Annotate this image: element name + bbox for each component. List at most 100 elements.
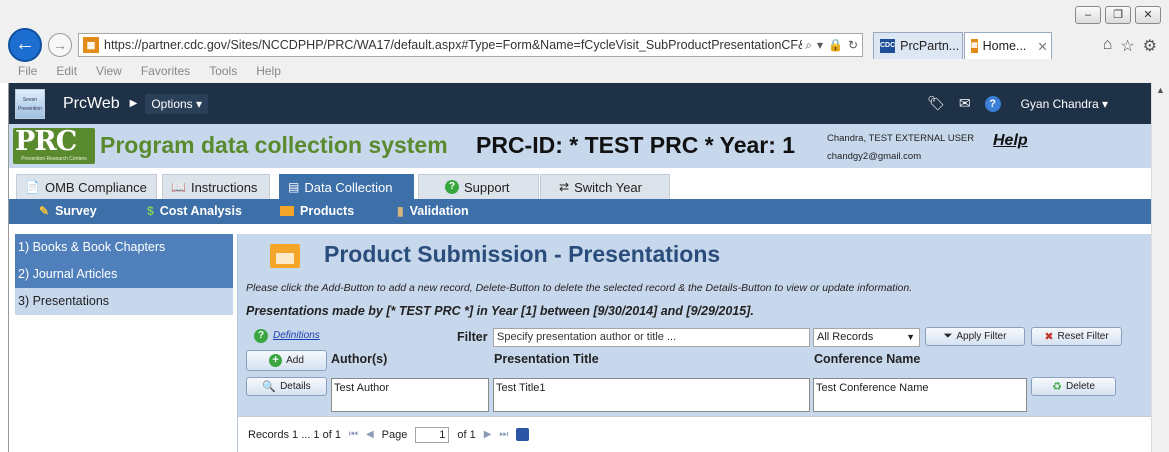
question-icon: ? <box>254 329 268 343</box>
page-total: of 1 <box>457 428 476 441</box>
button-label: Apply Filter <box>956 331 1007 342</box>
folder-icon <box>270 244 300 268</box>
details-button[interactable]: 🔍 Details <box>246 377 327 396</box>
column-header-conference[interactable]: Conference Name <box>814 352 920 366</box>
window-controls: – ❐ ✕ <box>1075 6 1161 24</box>
table-icon: ▤ <box>288 180 300 194</box>
delete-button[interactable]: ♻ Delete <box>1031 377 1116 396</box>
tab-switch-year[interactable]: ⇄ Switch Year <box>540 174 670 199</box>
messages-icon[interactable]: ✉ <box>959 95 971 112</box>
browser-tab-home[interactable]: ▦ Home... ✕ <box>964 32 1052 59</box>
address-bar[interactable]: ▦ https://partner.cdc.gov/Sites/NCCDPHP/… <box>78 33 863 57</box>
first-page-icon[interactable]: ⏮ <box>349 429 358 440</box>
forward-button[interactable]: → <box>48 33 72 57</box>
records-select-value: All Records <box>817 331 874 343</box>
app-topbar: Seven Prevention PrcWeb ▶ Options ▾ 🏷 ✉ … <box>9 83 1151 124</box>
tag-icon[interactable]: 🏷 <box>927 95 945 112</box>
app-brand[interactable]: PrcWeb <box>63 95 120 113</box>
cdc-icon: CDC <box>880 39 896 53</box>
prc-id: PRC-ID: * TEST PRC * Year: 1 <box>476 132 796 158</box>
menu-file[interactable]: File <box>18 64 37 78</box>
survey-icon: ✎ <box>39 204 50 218</box>
menu-view[interactable]: View <box>96 64 122 78</box>
menu-edit[interactable]: Edit <box>56 64 77 78</box>
dropdown-icon[interactable]: ▾ <box>817 38 823 53</box>
back-button[interactable]: ← <box>8 28 42 62</box>
menu-tools[interactable]: Tools <box>209 64 237 78</box>
search-icon[interactable]: ⌕ <box>805 38 812 53</box>
user-info: Chandra, TEST EXTERNAL USER chandgy2@gma… <box>827 130 974 166</box>
subnav-cost-analysis[interactable]: $ Cost Analysis <box>147 204 242 218</box>
reset-filter-button[interactable]: ✖ Reset Filter <box>1031 327 1122 346</box>
folder-icon <box>280 206 294 216</box>
options-menu[interactable]: Options ▾ <box>145 93 209 114</box>
help-link[interactable]: Help <box>993 132 1028 150</box>
subnav-products[interactable]: Products <box>280 204 354 218</box>
home-icon[interactable]: ⌂ <box>1103 36 1113 56</box>
definitions-link[interactable]: Definitions <box>273 330 320 341</box>
tab-support[interactable]: ? Support <box>418 174 539 199</box>
tab-label: PrcPartn... <box>900 39 960 53</box>
sidebar-item-journal-articles[interactable]: 2) Journal Articles <box>15 261 233 288</box>
presentations-summary: Presentations made by [* TEST PRC *] in … <box>246 304 754 318</box>
menu-favorites[interactable]: Favorites <box>141 64 190 78</box>
prc-logo: PRC Prevention Research Centers <box>13 128 95 164</box>
site-icon: ▦ <box>971 39 978 53</box>
vertical-scrollbar[interactable]: ▲ <box>1151 83 1169 452</box>
address-actions: ⌕ ▾ 🔒 ↻ <box>805 38 858 53</box>
minimize-button[interactable]: – <box>1075 6 1101 24</box>
tab-data-collection[interactable]: ▤ Data Collection <box>279 174 414 199</box>
lock-icon[interactable]: 🔒 <box>828 38 843 53</box>
tab-label: Switch Year <box>574 179 642 195</box>
topbar-icons: 🏷 ✉ ? Gyan Chandra ▾ <box>927 95 1151 112</box>
sidebar: 1) Books & Book Chapters 2) Journal Arti… <box>15 234 233 315</box>
user-menu[interactable]: Gyan Chandra ▾ <box>1021 97 1108 111</box>
page-label: Page <box>381 428 408 441</box>
menu-help[interactable]: Help <box>256 64 281 78</box>
refresh-icon[interactable]: ↻ <box>848 38 858 53</box>
save-icon[interactable] <box>516 428 530 441</box>
page-header: PRC Prevention Research Centers Program … <box>9 124 1151 168</box>
sub-navigation: ✎ Survey $ Cost Analysis Products ▮ Vali… <box>9 199 1151 224</box>
subnav-survey[interactable]: ✎ Survey <box>39 204 97 218</box>
sidebar-item-presentations[interactable]: 3) Presentations <box>15 288 233 315</box>
filter-input[interactable]: Specify presentation author or title ... <box>493 328 810 347</box>
close-window-button[interactable]: ✕ <box>1135 6 1161 24</box>
pager: Records 1 ... 1 of 1 ⏮ ◀ Page 1 of 1 ▶ ⏭ <box>238 416 1151 452</box>
next-page-icon[interactable]: ▶ <box>484 429 492 440</box>
instructions-text: Please click the Add-Button to add a new… <box>246 282 913 294</box>
page-input[interactable]: 1 <box>415 426 450 443</box>
url-text[interactable]: https://partner.cdc.gov/Sites/NCCDPHP/PR… <box>104 38 802 52</box>
panel-title: Product Submission - Presentations <box>324 241 721 267</box>
tab-label: Instructions <box>190 179 258 195</box>
author-field[interactable]: Test Author <box>331 378 489 412</box>
last-page-icon[interactable]: ⏭ <box>499 429 508 440</box>
subnav-label: Validation <box>409 204 469 218</box>
subnav-validation[interactable]: ▮ Validation <box>397 204 469 218</box>
column-header-title[interactable]: Presentation Title <box>494 352 599 366</box>
column-header-authors[interactable]: Author(s) <box>331 352 387 366</box>
records-select[interactable]: All Records ▼ <box>813 328 920 347</box>
tab-label: Data Collection <box>304 179 393 195</box>
button-label: Add <box>286 355 304 366</box>
tab-label: Support <box>464 179 510 195</box>
tab-label: OMB Compliance <box>44 179 147 195</box>
app-logo[interactable]: Seven Prevention <box>15 88 45 119</box>
apply-filter-button[interactable]: ⏷ Apply Filter <box>925 327 1025 346</box>
browser-tab-prcpartner[interactable]: CDC PrcPartn... <box>873 32 963 59</box>
maximize-button[interactable]: ❐ <box>1105 6 1131 24</box>
close-tab-icon[interactable]: ✕ <box>1037 39 1047 54</box>
user-name-line: Chandra, TEST EXTERNAL USER <box>827 133 975 144</box>
help-icon[interactable]: ? <box>984 95 1001 112</box>
sidebar-item-books[interactable]: 1) Books & Book Chapters <box>15 234 233 261</box>
add-button[interactable]: + Add <box>246 350 327 371</box>
star-icon[interactable]: ☆ <box>1120 36 1134 56</box>
prev-page-icon[interactable]: ◀ <box>366 429 374 440</box>
conference-field[interactable]: Test Conference Name <box>813 378 1027 412</box>
switch-icon: ⇄ <box>559 180 570 194</box>
tab-instructions[interactable]: 📖 Instructions <box>162 174 270 199</box>
gear-icon[interactable]: ⚙ <box>1143 36 1157 56</box>
scroll-up-icon[interactable]: ▲ <box>1156 85 1165 95</box>
tab-omb-compliance[interactable]: 📄 OMB Compliance <box>16 174 157 199</box>
title-field[interactable]: Test Title1 <box>493 378 810 412</box>
